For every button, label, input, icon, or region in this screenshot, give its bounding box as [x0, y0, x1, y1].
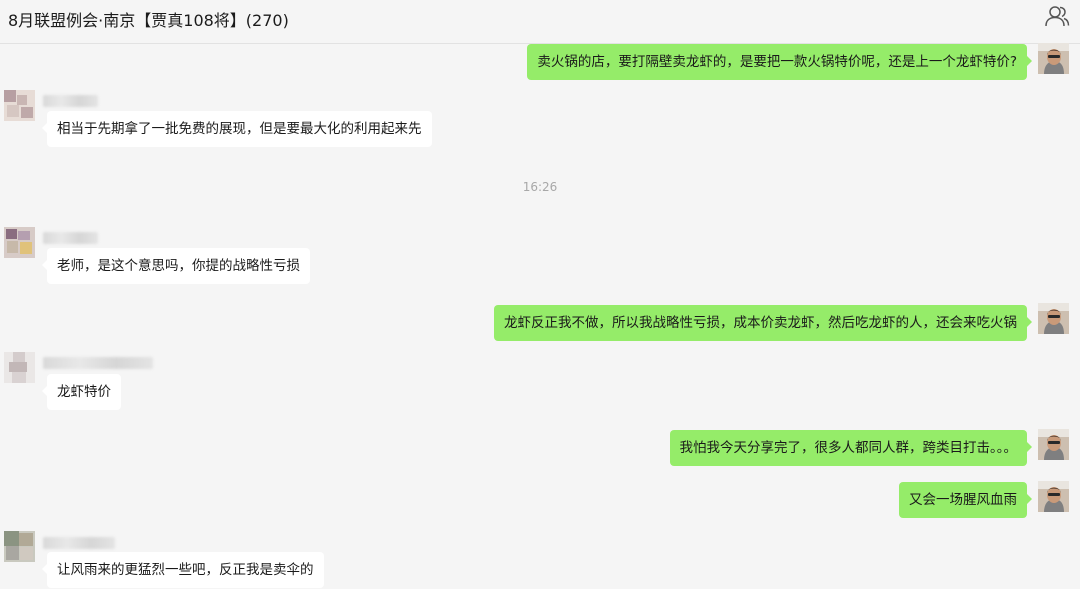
message-bubble-incoming[interactable]: 相当于先期拿了一批免费的展现，但是要最大化的利用起来先	[42, 111, 432, 147]
message-bubble-outgoing[interactable]: 又会一场腥风血雨	[899, 482, 1032, 518]
chat-title[interactable]: 8月联盟例会·南京【贾真108将】(270)	[8, 7, 289, 31]
message-bubble-outgoing[interactable]: 龙虾反正我不做，所以我战略性亏损，成本价卖龙虾，然后吃龙虾的人，还会来吃火锅	[494, 305, 1032, 341]
member-avatar[interactable]	[4, 352, 35, 383]
timestamp: 16:26	[522, 180, 558, 194]
member-avatar[interactable]	[4, 531, 35, 562]
self-avatar[interactable]	[1038, 303, 1069, 334]
self-avatar[interactable]	[1038, 43, 1069, 74]
sender-name-blurred	[43, 357, 153, 369]
message-bubble-outgoing[interactable]: 卖火锅的店，要打隔壁卖龙虾的，是要把一款火锅特价呢，还是上一个龙虾特价?	[527, 44, 1032, 80]
member-avatar[interactable]	[4, 90, 35, 121]
chat-header: 8月联盟例会·南京【贾真108将】(270)	[0, 0, 1080, 44]
message-bubble-incoming[interactable]: 让风雨来的更猛烈一些吧，反正我是卖伞的	[42, 552, 324, 588]
self-avatar[interactable]	[1038, 429, 1069, 460]
sender-name-blurred	[43, 95, 98, 107]
group-members-icon[interactable]	[1044, 3, 1070, 29]
self-avatar[interactable]	[1038, 481, 1069, 512]
message-bubble-outgoing[interactable]: 我怕我今天分享完了，很多人都同人群，跨类目打击。。。	[669, 430, 1032, 466]
message-bubble-incoming[interactable]: 龙虾特价	[42, 374, 121, 410]
sender-name-blurred	[43, 537, 115, 549]
message-bubble-incoming[interactable]: 老师，是这个意思吗，你提的战略性亏损	[42, 248, 310, 284]
member-avatar[interactable]	[4, 227, 35, 258]
sender-name-blurred	[43, 232, 98, 244]
